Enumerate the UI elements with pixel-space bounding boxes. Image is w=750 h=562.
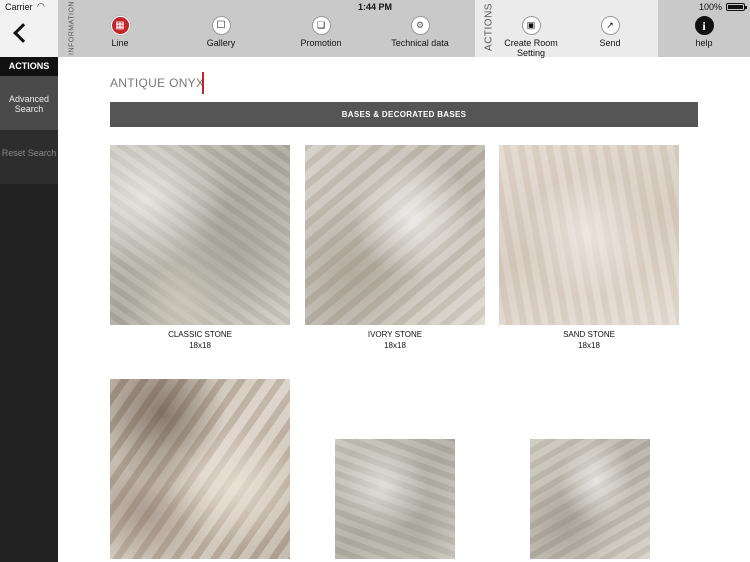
send-icon: ↗	[600, 16, 620, 35]
room-setting-icon: ▣	[521, 16, 541, 35]
tile-sand-stone-image[interactable]	[499, 145, 679, 325]
promotion-label: Promotion	[300, 38, 342, 48]
battery-icon	[726, 3, 747, 11]
technical-data-label: Technical data	[391, 38, 449, 48]
promotion-button[interactable]: ❏ Promotion	[294, 16, 348, 48]
line-button[interactable]: ▦ Line	[100, 16, 140, 48]
status-bar: Carrier ◠ 1:44 PM 100%	[0, 0, 750, 14]
tile-caption: IVORY STONE 18x18	[305, 329, 485, 351]
tile-caption: SAND STONE 18x18	[499, 329, 679, 351]
tile-name: SAND STONE	[563, 330, 615, 339]
create-room-setting-button[interactable]: ▣ Create Room Setting	[500, 16, 562, 58]
left-sidebar: ACTIONS Advanced Search Reset Search	[0, 0, 58, 562]
battery-percentage: 100%	[698, 2, 722, 12]
clock: 1:44 PM	[357, 2, 392, 12]
tile-classic-stone-image[interactable]	[110, 145, 290, 325]
tile-size: 18x18	[189, 341, 211, 350]
send-button[interactable]: ↗ Send	[593, 16, 627, 48]
tile-image[interactable]	[335, 439, 455, 559]
tile-ivory-stone-image[interactable]	[305, 145, 485, 325]
tile-image[interactable]	[110, 379, 290, 559]
tile-name: CLASSIC STONE	[168, 330, 232, 339]
gallery-label: Gallery	[206, 38, 236, 48]
help-label: help	[695, 38, 713, 48]
tile-caption: CLASSIC STONE 18x18	[110, 329, 290, 351]
help-button[interactable]: i help	[688, 16, 720, 48]
section-header: BASES & DECORATED BASES	[110, 102, 698, 127]
tile-size: 18x18	[384, 341, 406, 350]
tile-size: 18x18	[578, 341, 600, 350]
chevron-left-icon	[13, 23, 33, 43]
tile-image[interactable]	[530, 439, 650, 559]
page-title: ANTIQUE ONYX	[110, 76, 205, 90]
gallery-icon: ☐	[211, 16, 231, 35]
grid-icon: ▦	[110, 16, 130, 35]
technical-data-button[interactable]: ⚙ Technical data	[386, 16, 454, 48]
app-screen: ACTIONS Advanced Search Reset Search INF…	[0, 0, 750, 562]
info-icon: i	[694, 16, 714, 35]
advanced-search-button[interactable]: Advanced Search	[0, 76, 58, 130]
create-room-setting-label: Create Room Setting	[504, 38, 558, 58]
title-accent-bar	[202, 72, 204, 94]
technical-data-icon: ⚙	[410, 16, 430, 35]
line-label: Line	[111, 38, 129, 48]
gallery-button[interactable]: ☐ Gallery	[196, 16, 246, 48]
reset-search-button[interactable]: Reset Search	[0, 130, 58, 184]
send-label: Send	[599, 38, 621, 48]
tile-name: IVORY STONE	[367, 330, 423, 339]
sidebar-actions-heading: ACTIONS	[0, 57, 58, 76]
promotion-icon: ❏	[311, 16, 331, 35]
